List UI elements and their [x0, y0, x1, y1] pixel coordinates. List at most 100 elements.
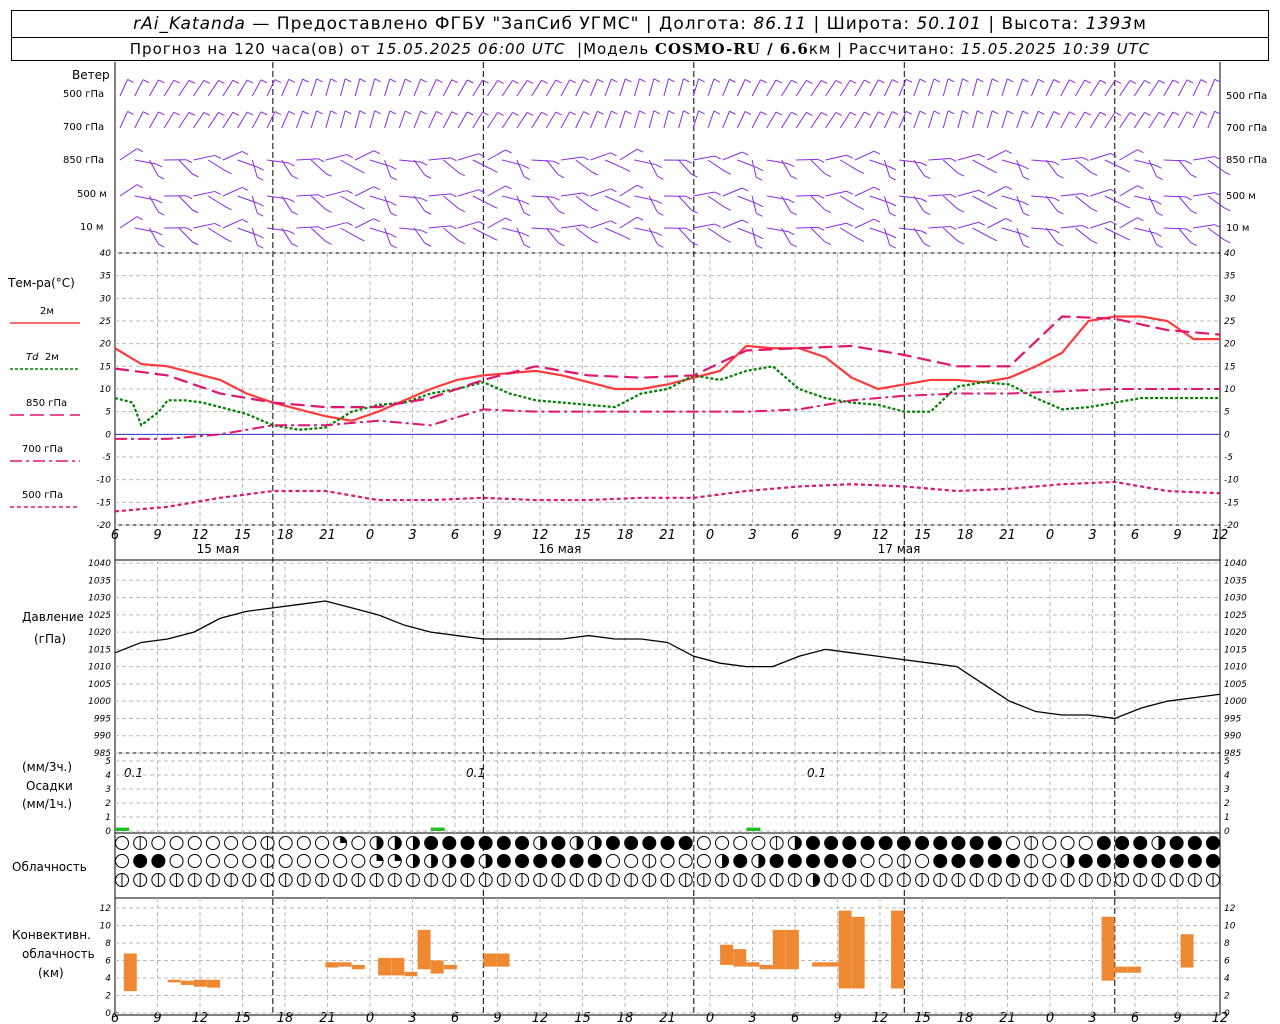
wind-barb-0-23 [457, 79, 468, 97]
wind-barb-3-0 [119, 184, 138, 197]
wind-flag-1-29 [555, 111, 562, 116]
wind-flag-3-0 [136, 184, 144, 189]
wind-flag-0-16 [359, 78, 367, 83]
wind-barb-0-72 [1177, 79, 1188, 97]
cloud-fill-1-55 [1115, 854, 1129, 868]
wind-flag-1-20 [420, 110, 427, 115]
cloud-fill-0-45 [933, 836, 947, 850]
wind-flag-3-36 [657, 211, 664, 216]
cloud-circle-0-3 [169, 836, 184, 850]
wind-barb-4-19 [399, 227, 422, 231]
wind-barb-3-62 [1031, 195, 1054, 199]
wind-barb-3-25 [487, 185, 506, 197]
wind-flag-2-25 [505, 149, 512, 154]
wind-barb-4-69 [1134, 227, 1156, 234]
wind-flag-1-60 [1007, 110, 1014, 115]
wind-barb-1-55 [928, 110, 935, 129]
wind-flag-3-50 [873, 186, 881, 191]
conv-bar-13 [443, 964, 457, 970]
wind-level-right-0: 500 гПа [1226, 91, 1267, 102]
cloud-fill-1-38 [806, 854, 820, 868]
wind-barb-0-73 [1192, 79, 1202, 97]
cloud-half-0-23 [540, 836, 547, 850]
hour-label-temp-10: 12 [532, 528, 549, 543]
wind-barb-4-49 [840, 227, 859, 240]
wind-flag-4-12 [318, 226, 325, 231]
prec-ytick-right-4: 4 [1224, 771, 1230, 781]
wind-barb-3-27 [516, 195, 525, 213]
temp-ytick-left-9: 25 [100, 317, 112, 327]
wind-flag-4-65 [1090, 239, 1098, 244]
wind-flag-1-26 [512, 112, 519, 116]
wind-flag-0-70 [1158, 79, 1166, 84]
wind-barb-1-59 [986, 110, 993, 129]
wind-barb-0-65 [1075, 79, 1086, 97]
wind-flag-1-18 [389, 110, 397, 115]
wind-flag-3-21 [450, 193, 457, 198]
cloud-fill-0-18 [442, 836, 456, 850]
cloud-fill-1-25 [570, 854, 584, 868]
wind-flag-4-35 [655, 232, 662, 237]
wind-barb-0-22 [442, 79, 453, 97]
cloud-fill-1-1 [133, 854, 147, 868]
prec-ytick-left-5: 5 [105, 757, 111, 767]
pres-ytick-left-6: 1015 [88, 645, 111, 655]
wind-barb-1-16 [354, 110, 361, 129]
wind-barb-3-49 [840, 195, 859, 208]
wind-flag-0-17 [374, 78, 381, 83]
conv-bar-19 [759, 964, 773, 970]
wind-flag-0-29 [555, 79, 562, 84]
wind-barb-2-43 [751, 159, 757, 178]
wind-barb-0-56 [942, 78, 949, 97]
wind-barb-3-43 [751, 195, 757, 214]
wind-barb-0-14 [325, 78, 332, 97]
wind-flag-3-71 [1185, 196, 1192, 201]
wind-flag-0-12 [302, 78, 309, 83]
wind-flag-4-13 [325, 240, 332, 245]
wind-flag-2-68 [1137, 149, 1144, 154]
wind-barb-1-3 [163, 111, 175, 129]
wind-flag-0-52 [892, 79, 899, 84]
wind-flag-1-10 [274, 111, 282, 116]
hour-label-temp-2: 12 [192, 528, 209, 543]
wind-barb-2-17 [369, 159, 391, 167]
wind-flag-2-44 [788, 163, 795, 168]
wind-flag-2-54 [923, 175, 931, 179]
cloud-fill-1-53 [1079, 854, 1093, 868]
wind-barb-4-0 [119, 216, 138, 229]
wind-flag-4-22 [458, 240, 465, 245]
cloud-circle-0-6 [224, 836, 239, 850]
hour-label-temp-13: 21 [659, 528, 676, 543]
wind-flag-3-9 [257, 212, 264, 217]
hour-label-temp-17: 9 [833, 528, 841, 543]
wind-barb-1-74 [1207, 111, 1216, 129]
wind-flag-4-31 [591, 239, 599, 244]
wind-flag-0-19 [404, 78, 412, 83]
wind-flag-1-31 [583, 111, 590, 116]
wind-flag-2-74 [1223, 171, 1231, 176]
wind-barb-3-19 [399, 195, 422, 199]
wind-flag-1-40 [713, 110, 721, 115]
wind-flag-1-9 [260, 111, 268, 116]
prec-ytick-right-0: 0 [1224, 827, 1230, 837]
wind-barb-0-44 [766, 79, 777, 97]
wind-flag-2-66 [1110, 152, 1117, 157]
wind-flag-1-39 [698, 110, 705, 115]
wind-barb-4-62 [1031, 227, 1054, 231]
temp-ytick-left-4: 0 [105, 430, 111, 440]
temp-ytick-left-8: 20 [100, 340, 112, 350]
wind-barb-3-9 [251, 195, 258, 214]
wind-flag-2-33 [624, 168, 631, 172]
wind-barb-1-73 [1192, 111, 1202, 129]
wind-barb-2-70 [1148, 159, 1157, 177]
wind-barb-1-68 [1119, 112, 1131, 129]
wind-flag-1-27 [526, 111, 534, 116]
cloud-fill-0-28 [624, 836, 638, 850]
wind-flag-3-37 [685, 195, 693, 200]
wind-barb-1-10 [266, 111, 276, 129]
temp-ytick-right-3: -5 [1224, 453, 1233, 463]
wind-flag-4-52 [889, 244, 896, 249]
wind-barb-3-26 [502, 195, 524, 202]
wind-flag-2-69 [1155, 164, 1162, 169]
cloud-circle-0-52 [1060, 836, 1075, 850]
